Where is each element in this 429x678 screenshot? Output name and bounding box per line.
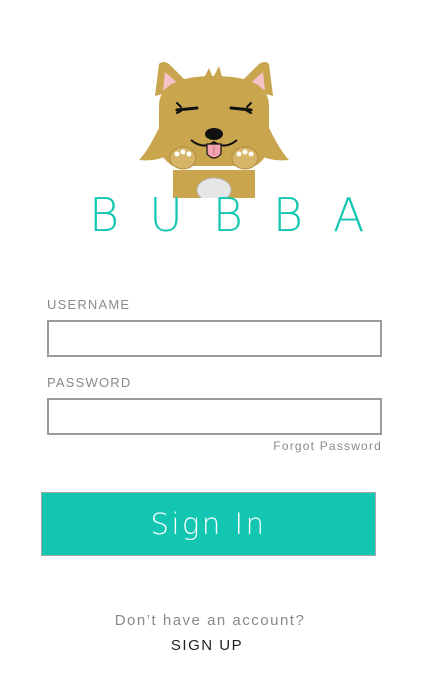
sign-in-button[interactable]: Sign In (41, 492, 376, 556)
no-account-text: Don’t have an account? (114, 612, 306, 629)
password-label: PASSWORD (47, 375, 132, 390)
forgot-password-link[interactable]: Forgot Password (273, 439, 382, 453)
dog-mascot-logo (137, 58, 291, 198)
brand-name: BUBBA (89, 188, 395, 242)
password-input[interactable] (47, 398, 382, 435)
username-label: USERNAME (47, 297, 131, 312)
sign-up-link[interactable]: SIGN UP (0, 637, 414, 654)
dog-mascot-icon (139, 62, 289, 198)
username-input[interactable] (47, 320, 382, 357)
